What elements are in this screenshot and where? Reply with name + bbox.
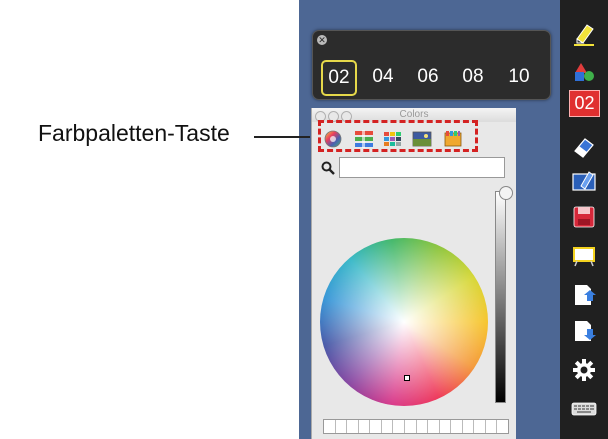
width-option-02[interactable]: 02 (321, 60, 357, 96)
upload-icon[interactable] (570, 280, 598, 308)
clear-screen-icon[interactable] (570, 167, 598, 195)
swatch-cell[interactable] (347, 420, 359, 433)
swatch-cell[interactable] (463, 420, 475, 433)
color-wheel-area (316, 184, 513, 406)
swatch-cell[interactable] (486, 420, 498, 433)
highlighter-icon[interactable] (570, 20, 598, 48)
save-icon[interactable] (570, 203, 598, 231)
width-option-06[interactable]: 06 (411, 60, 445, 94)
settings-icon[interactable] (570, 356, 598, 384)
search-icon (321, 161, 335, 175)
callout-line (254, 136, 310, 138)
swatch-cell[interactable] (497, 420, 508, 433)
close-icon[interactable]: ✕ (317, 35, 327, 45)
color-search-input[interactable] (339, 157, 505, 178)
swatch-cell[interactable] (417, 420, 429, 433)
swatch-cell[interactable] (393, 420, 405, 433)
swatch-cell[interactable] (370, 420, 382, 433)
brightness-slider-knob[interactable] (499, 186, 513, 200)
swatch-cell[interactable] (324, 420, 336, 433)
whiteboard-icon[interactable] (570, 241, 598, 269)
width-option-04[interactable]: 04 (366, 60, 400, 94)
swatch-cell[interactable] (428, 420, 440, 433)
swatch-cell[interactable] (440, 420, 452, 433)
line-width-popup: ✕ 02 04 06 08 10 (312, 30, 551, 100)
swatch-cell[interactable] (359, 420, 371, 433)
swatch-cell[interactable] (336, 420, 348, 433)
line-width-button[interactable]: 02 (569, 90, 600, 117)
download-icon[interactable] (570, 318, 598, 346)
eraser-icon[interactable] (570, 132, 598, 160)
shapes-icon[interactable] (570, 58, 598, 86)
swatch-cell[interactable] (451, 420, 463, 433)
keyboard-icon[interactable] (570, 394, 598, 422)
saved-swatches-bar[interactable] (323, 419, 509, 434)
width-option-10[interactable]: 10 (502, 60, 536, 94)
color-wheel-cursor[interactable] (404, 375, 410, 381)
callout-label: Farbpaletten-Taste (38, 120, 230, 146)
brightness-slider[interactable] (495, 191, 506, 403)
width-option-08[interactable]: 08 (456, 60, 490, 94)
swatch-cell[interactable] (382, 420, 394, 433)
colors-title: Colors (399, 109, 429, 120)
palette-tabs-highlight (318, 120, 478, 152)
colors-panel: Colors (311, 108, 516, 439)
color-wheel[interactable] (320, 238, 488, 406)
right-toolbar: 02 (560, 0, 608, 439)
swatch-cell[interactable] (474, 420, 486, 433)
swatch-cell[interactable] (405, 420, 417, 433)
